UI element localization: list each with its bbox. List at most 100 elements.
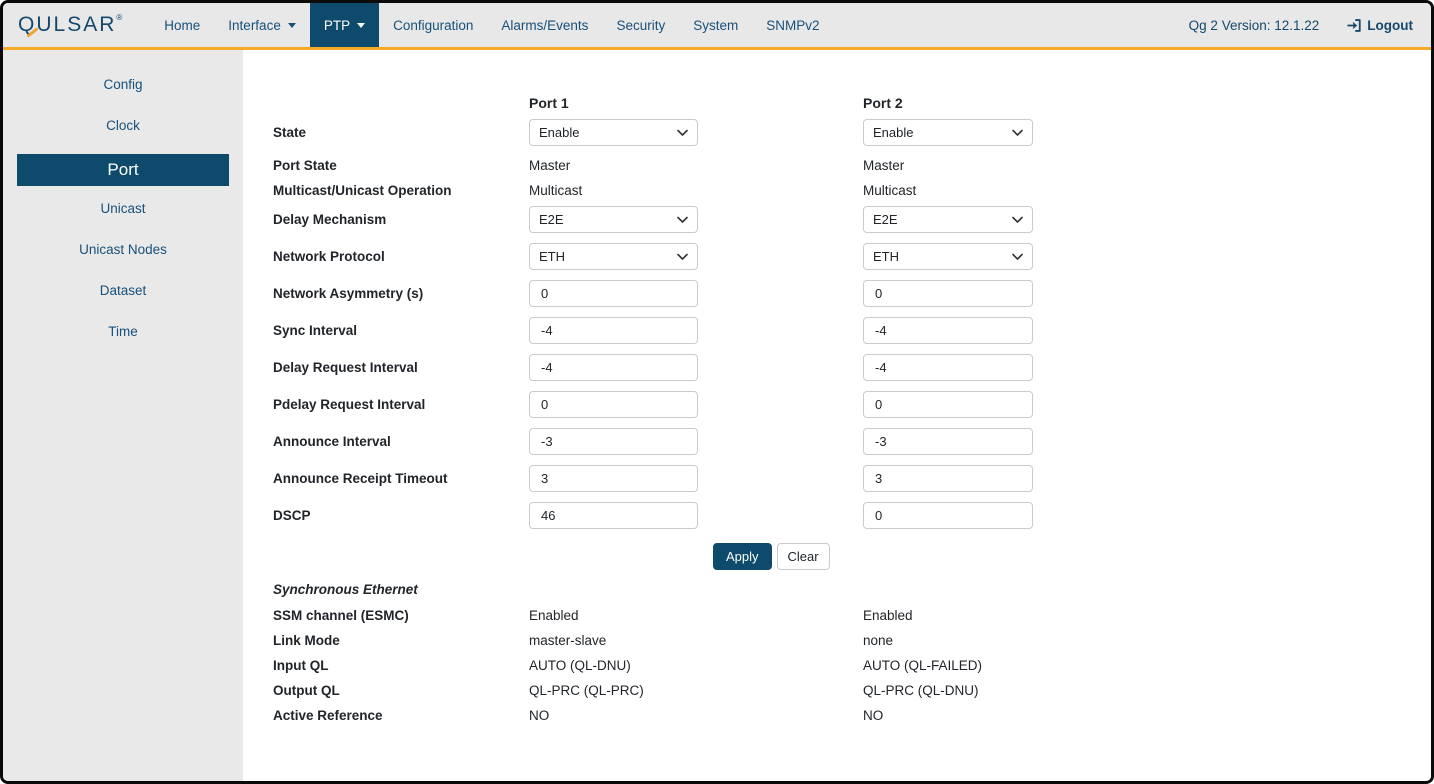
logout-label: Logout <box>1367 18 1413 33</box>
nav-item-alarms-events[interactable]: Alarms/Events <box>487 3 602 47</box>
active-reference-value-port1: NO <box>529 708 698 723</box>
announce-receipt-timeout-label: Announce Receipt Timeout <box>273 471 529 486</box>
version-text: Qg 2 Version: 12.1.22 <box>1189 18 1320 33</box>
input-ql-value-port1: AUTO (QL-DNU) <box>529 658 698 673</box>
output-ql-row: Output QL QL-PRC (QL-PRC) QL-PRC (QL-DNU… <box>273 681 1431 699</box>
announce-interval-input-port2[interactable] <box>863 428 1033 455</box>
pdelay-request-interval-input-port2[interactable] <box>863 391 1033 418</box>
port-state-label: Port State <box>273 158 529 173</box>
multicast-unicast-row: Multicast/Unicast Operation Multicast Mu… <box>273 181 1431 199</box>
ssm-channel-value-port1: Enabled <box>529 608 698 623</box>
sidebar-item-clock[interactable]: Clock <box>3 113 243 137</box>
nav-item-system[interactable]: System <box>679 3 752 47</box>
network-protocol-select-port1[interactable]: ETH <box>529 243 698 270</box>
logout-button[interactable]: Logout <box>1347 18 1413 33</box>
state-select-port1[interactable]: Enable <box>529 119 698 146</box>
delay-mechanism-select-port2[interactable]: E2E <box>863 206 1033 233</box>
body: Config Clock Port Unicast Unicast Nodes … <box>3 50 1431 781</box>
output-ql-value-port2: QL-PRC (QL-DNU) <box>863 683 1033 698</box>
network-protocol-row: Network Protocol ETH ETH <box>273 243 1431 270</box>
nav-item-security[interactable]: Security <box>602 3 679 47</box>
sidebar-item-label: Config <box>103 77 142 92</box>
sidebar-item-unicast[interactable]: Unicast <box>3 196 243 220</box>
sync-interval-input-port1[interactable] <box>529 317 698 344</box>
announce-receipt-timeout-input-port2[interactable] <box>863 465 1033 492</box>
network-protocol-label: Network Protocol <box>273 249 529 264</box>
network-asymmetry-input-port2[interactable] <box>863 280 1033 307</box>
nav-label: Configuration <box>393 18 473 33</box>
app-window: QULSAR® Home Interface PTP Configuration… <box>0 0 1434 784</box>
port1-column-header: Port 1 <box>529 95 698 111</box>
input-ql-value-port2: AUTO (QL-FAILED) <box>863 658 1033 673</box>
link-mode-label: Link Mode <box>273 633 529 648</box>
multicast-unicast-value-port1: Multicast <box>529 183 698 198</box>
nav-label: System <box>693 18 738 33</box>
announce-interval-label: Announce Interval <box>273 434 529 449</box>
port-state-value-port1: Master <box>529 158 698 173</box>
apply-button[interactable]: Apply <box>713 543 772 570</box>
sidebar-item-unicast-nodes[interactable]: Unicast Nodes <box>3 237 243 261</box>
network-asymmetry-row: Network Asymmetry (s) <box>273 280 1431 307</box>
nav-label: Security <box>616 18 665 33</box>
output-ql-value-port1: QL-PRC (QL-PRC) <box>529 683 698 698</box>
state-row: State Enable Enable <box>273 119 1431 146</box>
delay-request-interval-input-port1[interactable] <box>529 354 698 381</box>
sidebar-item-label: Unicast <box>100 201 145 216</box>
nav-item-configuration[interactable]: Configuration <box>379 3 487 47</box>
navbar-right: Qg 2 Version: 12.1.22 Logout <box>1189 3 1431 47</box>
dscp-input-port2[interactable] <box>863 502 1033 529</box>
port2-column-header: Port 2 <box>863 95 1033 111</box>
network-protocol-select-port2[interactable]: ETH <box>863 243 1033 270</box>
top-navbar: QULSAR® Home Interface PTP Configuration… <box>3 3 1431 50</box>
chevron-down-icon <box>357 23 365 28</box>
active-reference-value-port2: NO <box>863 708 1033 723</box>
sidebar-item-dataset[interactable]: Dataset <box>3 278 243 302</box>
announce-interval-row: Announce Interval <box>273 428 1431 455</box>
delay-mechanism-select-port1[interactable]: E2E <box>529 206 698 233</box>
announce-interval-input-port1[interactable] <box>529 428 698 455</box>
active-reference-row: Active Reference NO NO <box>273 706 1431 724</box>
nav-label: Alarms/Events <box>501 18 588 33</box>
clear-button[interactable]: Clear <box>777 543 830 570</box>
network-asymmetry-input-port1[interactable] <box>529 280 698 307</box>
sync-interval-row: Sync Interval <box>273 317 1431 344</box>
delay-mechanism-row: Delay Mechanism E2E E2E <box>273 206 1431 233</box>
delay-request-interval-label: Delay Request Interval <box>273 360 529 375</box>
delay-request-interval-input-port2[interactable] <box>863 354 1033 381</box>
nav-item-snmpv2[interactable]: SNMPv2 <box>752 3 833 47</box>
output-ql-label: Output QL <box>273 683 529 698</box>
ssm-channel-label: SSM channel (ESMC) <box>273 608 529 623</box>
sidebar-item-label: Port <box>107 160 138 180</box>
logout-icon <box>1347 18 1362 33</box>
nav-item-ptp[interactable]: PTP <box>310 3 379 47</box>
ssm-channel-value-port2: Enabled <box>863 608 1033 623</box>
multicast-unicast-label: Multicast/Unicast Operation <box>273 183 529 198</box>
link-mode-value-port1: master-slave <box>529 633 698 648</box>
sidebar-item-label: Clock <box>106 118 140 133</box>
input-ql-row: Input QL AUTO (QL-DNU) AUTO (QL-FAILED) <box>273 656 1431 674</box>
port-state-value-port2: Master <box>863 158 1033 173</box>
form-buttons-row: Apply Clear <box>713 543 1431 570</box>
registered-mark: ® <box>116 13 124 22</box>
port-state-row: Port State Master Master <box>273 156 1431 174</box>
nav-item-interface[interactable]: Interface <box>214 3 310 47</box>
sidebar-item-port[interactable]: Port <box>17 154 229 186</box>
link-mode-row: Link Mode master-slave none <box>273 631 1431 649</box>
link-mode-value-port2: none <box>863 633 1033 648</box>
multicast-unicast-value-port2: Multicast <box>863 183 1033 198</box>
delay-request-interval-row: Delay Request Interval <box>273 354 1431 381</box>
input-ql-label: Input QL <box>273 658 529 673</box>
state-select-port2[interactable]: Enable <box>863 119 1033 146</box>
sidebar-item-config[interactable]: Config <box>3 72 243 96</box>
sidebar-item-time[interactable]: Time <box>3 319 243 343</box>
brand-logo[interactable]: QULSAR® <box>3 3 150 47</box>
nav-item-home[interactable]: Home <box>150 3 214 47</box>
sidebar-item-label: Time <box>108 324 138 339</box>
pdelay-request-interval-row: Pdelay Request Interval <box>273 391 1431 418</box>
announce-receipt-timeout-input-port1[interactable] <box>529 465 698 492</box>
dscp-input-port1[interactable] <box>529 502 698 529</box>
sync-interval-input-port2[interactable] <box>863 317 1033 344</box>
chevron-down-icon <box>288 23 296 28</box>
sync-ethernet-section-title: Synchronous Ethernet <box>273 580 1431 598</box>
pdelay-request-interval-input-port1[interactable] <box>529 391 698 418</box>
